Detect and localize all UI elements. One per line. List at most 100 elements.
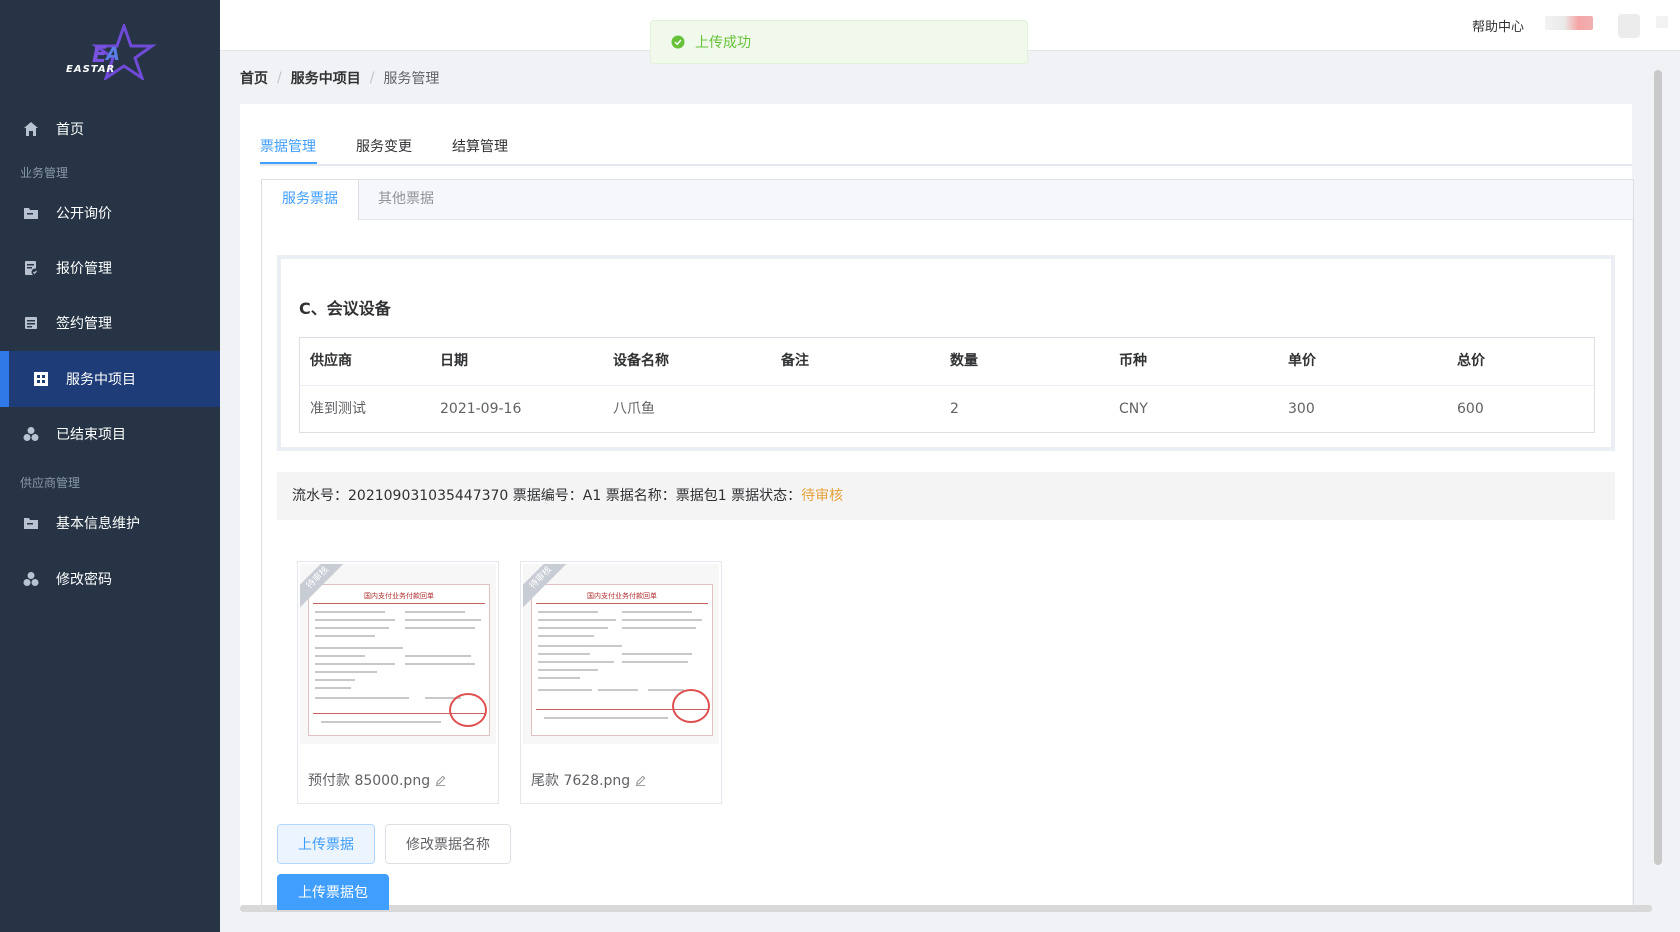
sidebar-item-inquiry[interactable]: 公开询价 (0, 185, 220, 241)
sidebar-item-label: 首页 (56, 122, 84, 138)
brand-logo[interactable]: E A EASTAR (66, 21, 158, 82)
serial-label: 流水号： (292, 488, 348, 504)
seal-stamp-icon (449, 693, 487, 727)
sidebar-item-label: 报价管理 (56, 261, 112, 277)
file-name: 尾款 7628.png (531, 770, 647, 790)
grid-icon (32, 370, 50, 388)
upload-ticket-package-button[interactable]: 上传票据包 (277, 874, 389, 910)
table-cell: CNY (1119, 401, 1148, 417)
document-title: 国内支付业务付款回单 (587, 592, 657, 600)
folder-icon (22, 204, 40, 222)
table-cell: 准到测试 (310, 401, 366, 417)
document-title: 国内支付业务付款回单 (364, 592, 434, 600)
sidebar-item-basic-info[interactable]: 基本信息维护 (0, 495, 220, 551)
sidebar-item-finished-projects[interactable]: 已结束项目 (0, 406, 220, 462)
tab-other-tickets[interactable]: 其他票据 (358, 180, 454, 219)
sidebar-item-label: 修改密码 (56, 572, 112, 588)
doc-check-icon (22, 259, 40, 277)
file-name: 预付款 85000.png (308, 770, 447, 790)
equipment-table: 供应商 日期 设备名称 备注 数量 币种 单价 总价 准到测试 2021-09-… (299, 337, 1595, 433)
tab-service-tickets[interactable]: 服务票据 (262, 180, 359, 220)
tab-ticket-management[interactable]: 票据管理 (260, 136, 316, 156)
success-toast: 上传成功 (650, 20, 1028, 64)
file-card[interactable]: 国内支付业务付款回单 待审核 尾款 7628.png (520, 561, 722, 804)
sidebar-item-contracts[interactable]: 签约管理 (0, 295, 220, 351)
check-circle-icon (671, 35, 685, 49)
receipt-document: 国内支付业务付款回单 (308, 584, 490, 736)
table-row: 准到测试 2021-09-16 八爪鱼 2 CNY 300 600 (300, 386, 1594, 433)
sidebar-item-label: 基本信息维护 (56, 516, 140, 532)
breadcrumb-parent[interactable]: 服务中项目 (291, 68, 361, 88)
breadcrumb-separator: / (369, 70, 375, 86)
vertical-scrollbar[interactable] (1654, 70, 1662, 865)
ticket-number-label: 票据编号： (512, 488, 583, 504)
sidebar: E A EASTAR 首页 业务管理 公开询价 报价管理 签约管理 服务中项目 (0, 0, 220, 932)
file-preview-image[interactable]: 国内支付业务付款回单 待审核 (300, 564, 496, 744)
tab-service-change[interactable]: 服务变更 (356, 136, 412, 156)
breadcrumb-separator: / (277, 70, 282, 86)
breadcrumb-current: 服务管理 (383, 71, 440, 87)
section-title: C、会议设备 (299, 299, 391, 318)
file-preview-image[interactable]: 国内支付业务付款回单 待审核 (523, 564, 719, 744)
file-name-text: 预付款 85000.png (308, 773, 431, 789)
column-header: 数量 (950, 353, 978, 369)
sidebar-group-business: 业务管理 (20, 166, 69, 180)
ticket-info-bar: 流水号：202109031035447370 票据编号：A1 票据名称：票据包1… (277, 472, 1615, 520)
logo-text: EASTAR (66, 64, 116, 75)
tab-settlement[interactable]: 结算管理 (452, 136, 508, 156)
sidebar-item-label: 服务中项目 (66, 372, 136, 388)
column-header: 日期 (440, 353, 468, 369)
sidebar-item-change-password[interactable]: 修改密码 (0, 551, 220, 607)
table-cell: 2021-09-16 (440, 401, 522, 417)
sidebar-group-supplier: 供应商管理 (20, 476, 81, 490)
column-header: 单价 (1288, 353, 1316, 369)
blurred-user-name (1545, 16, 1593, 30)
inner-tab-header: 服务票据 其他票据 (262, 180, 1633, 220)
column-header: 设备名称 (613, 353, 669, 369)
cluster-icon (22, 570, 40, 588)
help-center-link[interactable]: 帮助中心 (1472, 16, 1524, 35)
home-icon (22, 120, 40, 138)
folder-icon (22, 514, 40, 532)
table-cell: 八爪鱼 (613, 401, 655, 417)
breadcrumb-home[interactable]: 首页 (240, 68, 268, 88)
active-tab-indicator (260, 162, 317, 164)
edit-icon[interactable] (634, 774, 647, 787)
ticket-status: 待审核 (801, 488, 844, 504)
file-name-text: 尾款 7628.png (531, 773, 631, 789)
receipt-document: 国内支付业务付款回单 (531, 584, 713, 736)
file-card[interactable]: 国内支付业务付款回单 待审核 预付款 85000.png (297, 561, 499, 804)
svg-text:A: A (104, 44, 120, 65)
equipment-section: C、会议设备 供应商 日期 设备名称 备注 数量 币种 单价 总价 准到测试 2… (277, 255, 1615, 451)
toast-message: 上传成功 (695, 35, 751, 51)
sidebar-item-home[interactable]: 首页 (0, 101, 220, 157)
column-header: 供应商 (310, 353, 352, 369)
table-header-row: 供应商 日期 设备名称 备注 数量 币种 单价 总价 (300, 338, 1594, 386)
column-header: 备注 (781, 353, 809, 369)
sidebar-item-label: 签约管理 (56, 316, 112, 332)
column-header: 币种 (1119, 353, 1147, 369)
sidebar-item-quotes[interactable]: 报价管理 (0, 240, 220, 296)
main-tabs: 票据管理 服务变更 结算管理 (260, 128, 1632, 166)
ticket-number: A1 (582, 488, 602, 504)
contract-icon (22, 314, 40, 332)
ticket-status-label: 票据状态： (731, 488, 802, 504)
blurred-avatar[interactable] (1618, 14, 1640, 38)
cluster-icon (22, 425, 40, 443)
table-cell: 600 (1457, 401, 1484, 417)
column-header: 总价 (1457, 353, 1485, 369)
serial-number: 202109031035447370 (348, 488, 509, 504)
sidebar-item-label: 公开询价 (56, 206, 112, 222)
ticket-name: 票据包1 (675, 488, 727, 504)
blurred-menu (1656, 16, 1668, 28)
breadcrumb: 首页 / 服务中项目 / 服务管理 (240, 68, 439, 88)
ticket-name-label: 票据名称： (605, 488, 676, 504)
edit-icon[interactable] (434, 774, 447, 787)
sidebar-item-active-projects[interactable]: 服务中项目 (0, 351, 220, 407)
table-cell: 300 (1288, 401, 1315, 417)
sidebar-item-label: 已结束项目 (56, 427, 126, 443)
table-cell: 2 (950, 401, 959, 417)
upload-ticket-button[interactable]: 上传票据 (277, 824, 375, 864)
rename-ticket-button[interactable]: 修改票据名称 (385, 824, 511, 864)
seal-stamp-icon (672, 689, 710, 723)
